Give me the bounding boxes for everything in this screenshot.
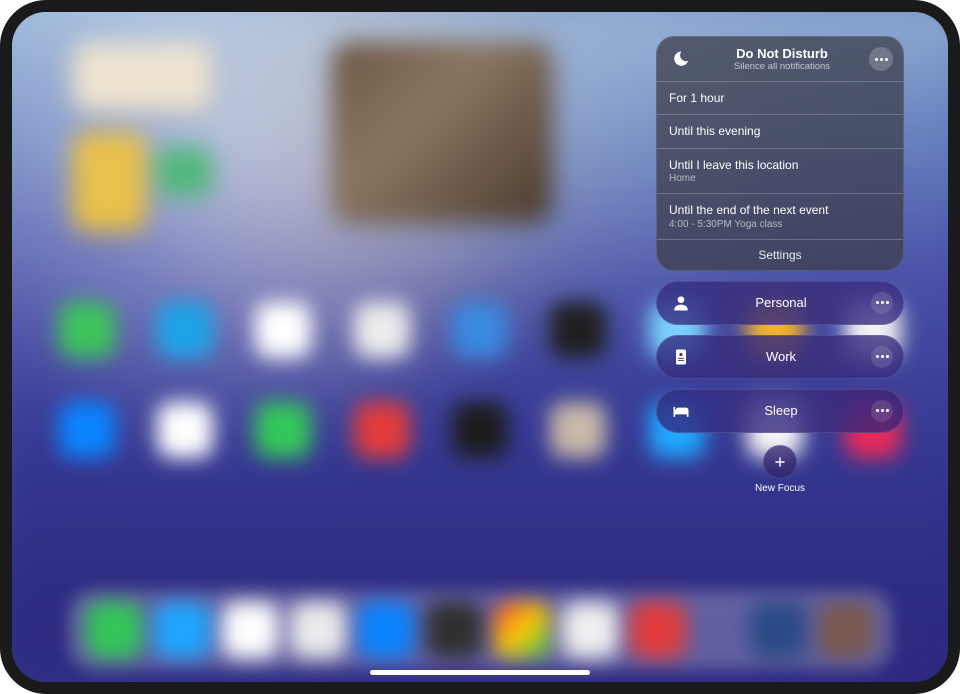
dnd-option-sublabel: Home [669,173,891,184]
dnd-option-sublabel: 4:00 - 5:30PM Yoga class [669,219,891,230]
dnd-more-button[interactable] [869,47,893,71]
new-focus-button[interactable] [763,445,797,479]
new-focus-wrap: New Focus [656,445,904,494]
moon-icon [667,45,695,73]
home-indicator[interactable] [370,670,590,675]
ellipsis-icon [875,58,888,61]
do-not-disturb-panel: Do Not Disturb Silence all notifications… [656,36,904,271]
new-focus-label: New Focus [755,483,805,494]
focus-mode-more-button[interactable] [871,346,893,368]
dnd-option-label: Until this evening [669,124,891,138]
focus-mode-label: Work [703,349,859,364]
ellipsis-icon [876,301,889,304]
ipad-frame: Do Not Disturb Silence all notifications… [0,0,960,694]
ellipsis-icon [876,355,889,358]
focus-mode-label: Personal [703,295,859,310]
dnd-option-label: For 1 hour [669,91,891,105]
bed-icon [671,401,691,421]
person-icon [671,293,691,313]
dnd-option-until-evening[interactable]: Until this evening [657,114,903,147]
badge-icon [671,347,691,367]
focus-mode-label: Sleep [703,403,859,418]
focus-mode-personal[interactable]: Personal [656,281,904,325]
dnd-option-until-end-next-event[interactable]: Until the end of the next event 4:00 - 5… [657,193,903,238]
focus-mode-more-button[interactable] [871,400,893,422]
dnd-subtitle: Silence all notifications [705,62,859,72]
focus-mode-more-button[interactable] [871,292,893,314]
dnd-option-for-1-hour[interactable]: For 1 hour [657,81,903,114]
dnd-option-label: Until the end of the next event [669,203,891,217]
focus-mode-sleep[interactable]: Sleep [656,389,904,433]
plus-icon [773,455,787,469]
dock-blurred [68,590,892,670]
dnd-option-label: Until I leave this location [669,158,891,172]
screen: Do Not Disturb Silence all notifications… [12,12,948,682]
ellipsis-icon [876,409,889,412]
focus-menu: Do Not Disturb Silence all notifications… [656,36,904,494]
dnd-option-until-leave-location[interactable]: Until I leave this location Home [657,148,903,193]
dnd-header: Do Not Disturb Silence all notifications [657,37,903,81]
home-screen-widgets-blurred [72,42,552,262]
focus-mode-work[interactable]: Work [656,335,904,379]
dnd-settings-button[interactable]: Settings [657,239,903,270]
dnd-title: Do Not Disturb [705,46,859,62]
